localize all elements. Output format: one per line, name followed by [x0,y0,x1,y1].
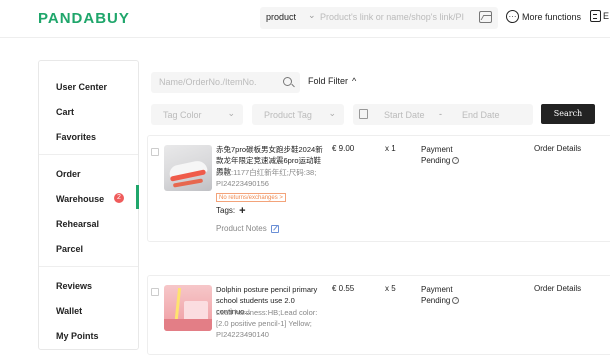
edit-icon[interactable] [270,224,279,233]
product-price: € 0.55 [332,284,355,293]
top-header: PANDABUY product ⌄ Product's link or nam… [0,0,610,38]
status-label: Payment [421,145,453,154]
warehouse-badge: 2 [114,193,124,203]
order-checkbox[interactable] [151,148,159,156]
fold-filter-label: Fold Filter [308,76,349,86]
order-search-input[interactable]: Name/OrderNo./ItemNo. [151,72,300,93]
product-image[interactable] [164,145,212,191]
chevron-down-icon[interactable]: ⌄ [308,10,316,21]
product-pi-number: PI24223490140 [216,330,269,339]
product-price: € 9.00 [332,144,355,153]
order-search-placeholder: Name/OrderNo./ItemNo. [159,77,257,87]
language-icon [590,10,601,22]
active-indicator [136,185,139,209]
pandabuy-logo[interactable]: PANDABUY [38,10,130,27]
global-search-input[interactable]: Product's link or name/shop's link/PI [320,12,464,22]
product-attributes: Lead hardness:HB;Lead color:[2.0 positiv… [216,308,318,328]
search-icon[interactable] [283,77,292,86]
product-tag-select[interactable]: Product Tag ⌄ [252,104,344,125]
product-tag-label: Product Tag [264,110,312,120]
product-quantity: x 5 [385,284,396,293]
tags-row: Tags: + [216,205,246,216]
product-notes-label: Product Notes [216,224,267,233]
fold-filter-toggle[interactable]: Fold Filter ^ [308,76,356,86]
calendar-icon [359,109,368,119]
product-pi-number: PI24223490156 [216,179,269,188]
status-label: Payment [421,285,453,294]
search-type-select[interactable]: product [266,12,296,22]
sidebar-item-my-points[interactable]: My Points [56,331,99,341]
add-tag-icon[interactable]: + [239,205,245,216]
sidebar-item-order[interactable]: Order [56,169,81,179]
tag-color-label: Tag Color [163,110,202,120]
product-image[interactable] [164,285,212,331]
tags-label: Tags: [216,206,236,215]
order-details-link[interactable]: Order Details [534,284,581,293]
status-sub-label: Pending [421,296,451,305]
sidebar-item-user-center[interactable]: User Center [56,82,107,92]
sidebar-item-cart[interactable]: Cart [56,107,74,117]
chevron-down-icon: ⌄ [227,108,235,118]
more-functions-button[interactable]: ··· More functions [506,10,581,23]
sidebar-divider [39,154,138,155]
date-range-picker[interactable]: Start Date - End Date [353,104,533,125]
product-attributes: 颜色:1177白红新年红;尺码:38; [216,168,317,177]
product-notes[interactable]: Product Notes [216,224,279,233]
order-status: Payment Pending? [421,144,460,166]
chevron-up-icon: ^ [352,76,357,86]
help-icon[interactable]: ? [452,297,460,304]
order-card: 赤兔7pro碳板男女跑步鞋2024新款龙年限定竞速减震6pro运动鞋男款 颜色:… [147,135,610,242]
end-date-input[interactable]: End Date [462,110,500,120]
image-search-icon[interactable] [479,11,492,23]
date-separator: - [439,109,442,119]
order-details-link[interactable]: Order Details [534,144,581,153]
status-sub-label: Pending [421,156,451,165]
order-card: Dolphin posture pencil primary school st… [147,275,610,355]
sidebar-item-rehearsal[interactable]: Rehearsal [56,219,99,229]
more-dots-icon: ··· [506,10,519,23]
no-returns-badge[interactable]: No returns/exchanges > [216,193,286,202]
order-status: Payment Pending? [421,284,460,306]
global-search-box[interactable]: product ⌄ Product's link or name/shop's … [260,7,498,29]
order-checkbox[interactable] [151,288,159,296]
help-icon[interactable]: ? [452,157,460,164]
tag-color-select[interactable]: Tag Color ⌄ [151,104,243,125]
sidebar-divider [39,266,138,267]
language-button[interactable]: E [590,10,609,22]
chevron-down-icon: ⌄ [328,108,336,118]
search-button[interactable]: Search [541,104,595,124]
sidebar-item-reviews[interactable]: Reviews [56,281,92,291]
sidebar-item-wallet[interactable]: Wallet [56,306,82,316]
sidebar-item-favorites[interactable]: Favorites [56,132,96,142]
sidebar-item-parcel[interactable]: Parcel [56,244,83,254]
sidebar-item-warehouse[interactable]: Warehouse [56,194,104,204]
language-label: E [603,11,610,21]
sidebar: User Center Cart Favorites Order Warehou… [38,60,139,350]
start-date-input[interactable]: Start Date [384,110,425,120]
more-functions-label: More functions [522,11,582,22]
product-quantity: x 1 [385,144,396,153]
